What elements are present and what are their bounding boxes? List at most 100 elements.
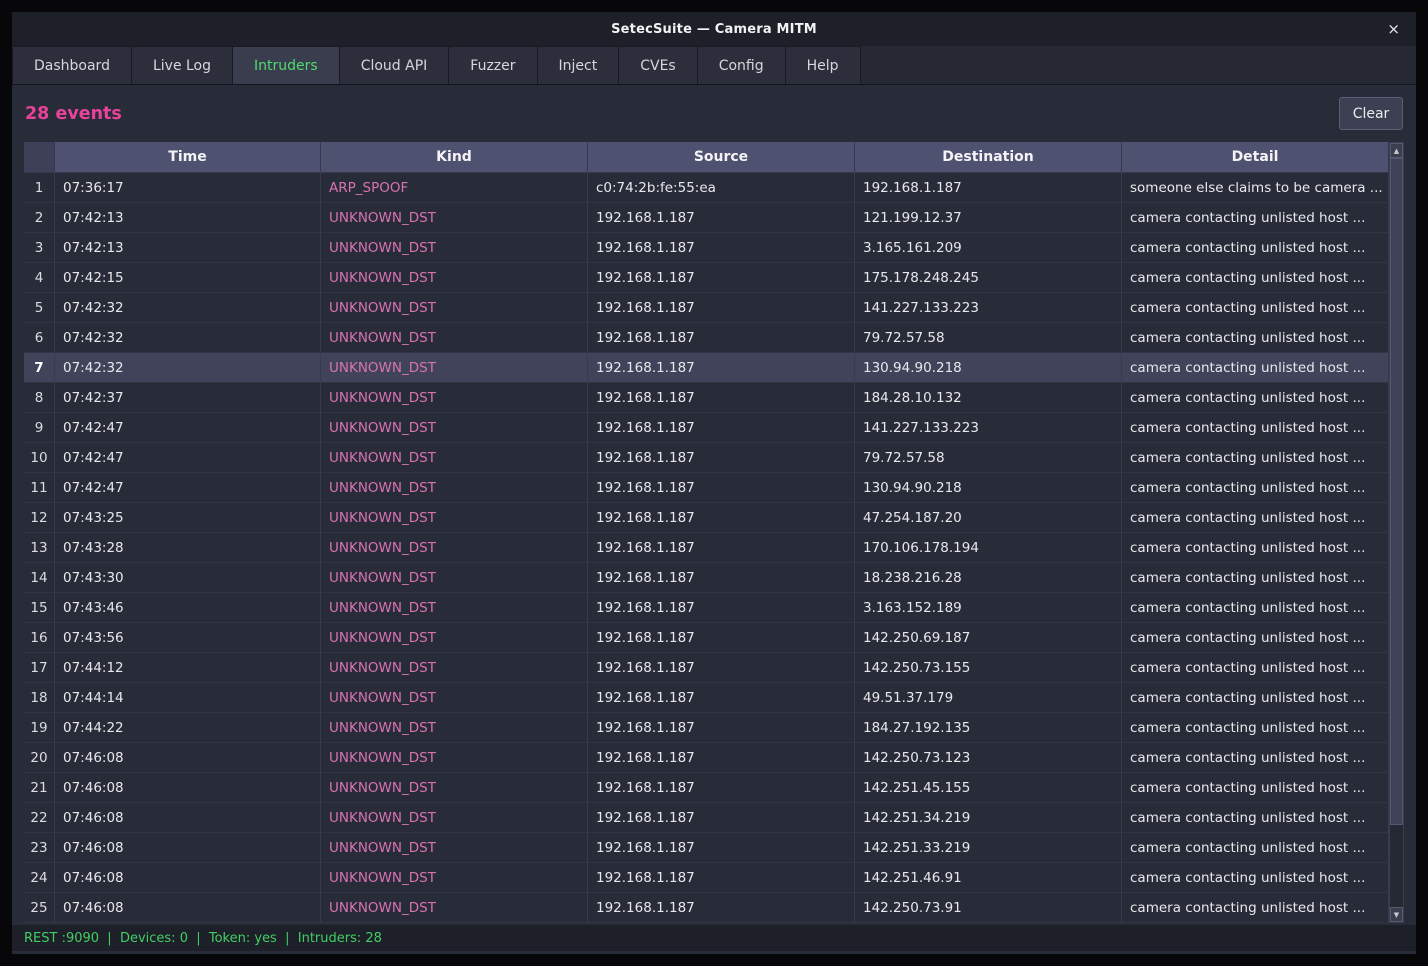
cell-source: 192.168.1.187 — [588, 383, 855, 413]
cell-kind: UNKNOWN_DST — [321, 563, 588, 593]
column-header-detail[interactable]: Detail — [1122, 142, 1389, 173]
titlebar: SetecSuite — Camera MITM × — [12, 12, 1416, 46]
table-row[interactable]: 1907:44:22UNKNOWN_DST192.168.1.187184.27… — [24, 713, 1389, 743]
cell-row-number: 6 — [24, 323, 55, 353]
tab-intruders[interactable]: Intruders — [233, 46, 340, 84]
table-row[interactable]: 1507:43:46UNKNOWN_DST192.168.1.1873.163.… — [24, 593, 1389, 623]
table-row[interactable]: 1707:44:12UNKNOWN_DST192.168.1.187142.25… — [24, 653, 1389, 683]
close-button[interactable]: × — [1387, 12, 1400, 46]
table-row[interactable]: 2307:46:08UNKNOWN_DST192.168.1.187142.25… — [24, 833, 1389, 863]
table-row[interactable]: 607:42:32UNKNOWN_DST192.168.1.18779.72.5… — [24, 323, 1389, 353]
cell-destination: 192.168.1.187 — [855, 173, 1122, 203]
table-row[interactable]: 2507:46:08UNKNOWN_DST192.168.1.187142.25… — [24, 893, 1389, 923]
table-row[interactable]: 1207:43:25UNKNOWN_DST192.168.1.18747.254… — [24, 503, 1389, 533]
table-row[interactable]: 407:42:15UNKNOWN_DST192.168.1.187175.178… — [24, 263, 1389, 293]
cell-source: 192.168.1.187 — [588, 293, 855, 323]
scroll-down-icon: ▼ — [1394, 911, 1399, 919]
cell-destination: 175.178.248.245 — [855, 263, 1122, 293]
cell-kind: UNKNOWN_DST — [321, 383, 588, 413]
column-header-kind[interactable]: Kind — [321, 142, 588, 173]
table-row[interactable]: 307:42:13UNKNOWN_DST192.168.1.1873.165.1… — [24, 233, 1389, 263]
tab-fuzzer[interactable]: Fuzzer — [449, 46, 537, 84]
cell-time: 07:46:08 — [55, 833, 321, 863]
tab-cloud-api[interactable]: Cloud API — [340, 46, 450, 84]
cell-source: 192.168.1.187 — [588, 323, 855, 353]
cell-time: 07:43:28 — [55, 533, 321, 563]
cell-kind: UNKNOWN_DST — [321, 803, 588, 833]
cell-row-number: 5 — [24, 293, 55, 323]
cell-row-number: 25 — [24, 893, 55, 923]
table-row[interactable]: 807:42:37UNKNOWN_DST192.168.1.187184.28.… — [24, 383, 1389, 413]
table-row[interactable]: 1607:43:56UNKNOWN_DST192.168.1.187142.25… — [24, 623, 1389, 653]
cell-source: 192.168.1.187 — [588, 833, 855, 863]
tab-cves[interactable]: CVEs — [619, 46, 698, 84]
cell-detail: camera contacting unlisted host ... — [1122, 503, 1389, 533]
column-header-destination[interactable]: Destination — [855, 142, 1122, 173]
scrollbar-track[interactable] — [1390, 158, 1403, 907]
cell-kind: UNKNOWN_DST — [321, 533, 588, 563]
cell-detail: camera contacting unlisted host ... — [1122, 683, 1389, 713]
cell-kind: UNKNOWN_DST — [321, 233, 588, 263]
cell-destination: 184.28.10.132 — [855, 383, 1122, 413]
cell-detail: camera contacting unlisted host ... — [1122, 383, 1389, 413]
cell-source: 192.168.1.187 — [588, 623, 855, 653]
table-row[interactable]: 1307:43:28UNKNOWN_DST192.168.1.187170.10… — [24, 533, 1389, 563]
cell-kind: UNKNOWN_DST — [321, 713, 588, 743]
table-row[interactable]: 2107:46:08UNKNOWN_DST192.168.1.187142.25… — [24, 773, 1389, 803]
cell-source: 192.168.1.187 — [588, 533, 855, 563]
table-row[interactable]: 1107:42:47UNKNOWN_DST192.168.1.187130.94… — [24, 473, 1389, 503]
cell-row-number: 3 — [24, 233, 55, 263]
cell-destination: 142.250.73.91 — [855, 893, 1122, 923]
table-row[interactable]: 507:42:32UNKNOWN_DST192.168.1.187141.227… — [24, 293, 1389, 323]
cell-time: 07:42:32 — [55, 293, 321, 323]
cell-row-number: 14 — [24, 563, 55, 593]
table-row[interactable]: 207:42:13UNKNOWN_DST192.168.1.187121.199… — [24, 203, 1389, 233]
tab-live-log[interactable]: Live Log — [132, 46, 233, 84]
scrollbar-thumb[interactable] — [1390, 158, 1403, 825]
cell-detail: camera contacting unlisted host ... — [1122, 533, 1389, 563]
tab-bar: DashboardLive LogIntrudersCloud APIFuzze… — [12, 46, 1416, 85]
events-table: TimeKindSourceDestinationDetail 107:36:1… — [24, 142, 1404, 923]
cell-detail: camera contacting unlisted host ... — [1122, 743, 1389, 773]
tab-help[interactable]: Help — [786, 46, 861, 84]
cell-destination: 79.72.57.58 — [855, 443, 1122, 473]
cell-time: 07:43:56 — [55, 623, 321, 653]
table-row[interactable]: 907:42:47UNKNOWN_DST192.168.1.187141.227… — [24, 413, 1389, 443]
cell-source: 192.168.1.187 — [588, 233, 855, 263]
cell-time: 07:46:08 — [55, 893, 321, 923]
cell-detail: camera contacting unlisted host ... — [1122, 323, 1389, 353]
table-row[interactable]: 707:42:32UNKNOWN_DST192.168.1.187130.94.… — [24, 353, 1389, 383]
cell-time: 07:42:47 — [55, 443, 321, 473]
column-header-time[interactable]: Time — [55, 142, 321, 173]
tab-dashboard[interactable]: Dashboard — [12, 46, 132, 84]
cell-source: c0:74:2b:fe:55:ea — [588, 173, 855, 203]
cell-row-number: 22 — [24, 803, 55, 833]
cell-source: 192.168.1.187 — [588, 503, 855, 533]
table-row[interactable]: 1007:42:47UNKNOWN_DST192.168.1.18779.72.… — [24, 443, 1389, 473]
table-row[interactable]: 2007:46:08UNKNOWN_DST192.168.1.187142.25… — [24, 743, 1389, 773]
table-row[interactable]: 2407:46:08UNKNOWN_DST192.168.1.187142.25… — [24, 863, 1389, 893]
cell-source: 192.168.1.187 — [588, 713, 855, 743]
cell-source: 192.168.1.187 — [588, 683, 855, 713]
table-row[interactable]: 2207:46:08UNKNOWN_DST192.168.1.187142.25… — [24, 803, 1389, 833]
scroll-down-button[interactable]: ▼ — [1390, 907, 1403, 922]
column-header-source[interactable]: Source — [588, 142, 855, 173]
cell-destination: 18.238.216.28 — [855, 563, 1122, 593]
scroll-up-button[interactable]: ▲ — [1390, 143, 1403, 158]
tab-config[interactable]: Config — [698, 46, 786, 84]
cell-destination: 141.227.133.223 — [855, 293, 1122, 323]
clear-button[interactable]: Clear — [1339, 97, 1403, 130]
tab-inject[interactable]: Inject — [538, 46, 620, 84]
table-row[interactable]: 107:36:17ARP_SPOOFc0:74:2b:fe:55:ea192.1… — [24, 173, 1389, 203]
cell-destination: 142.250.73.155 — [855, 653, 1122, 683]
table-row[interactable]: 1407:43:30UNKNOWN_DST192.168.1.18718.238… — [24, 563, 1389, 593]
cell-time: 07:42:13 — [55, 233, 321, 263]
cell-source: 192.168.1.187 — [588, 803, 855, 833]
cell-destination: 130.94.90.218 — [855, 473, 1122, 503]
cell-kind: UNKNOWN_DST — [321, 743, 588, 773]
cell-detail: camera contacting unlisted host ... — [1122, 863, 1389, 893]
status-bar: REST :9090 | Devices: 0 | Token: yes | I… — [12, 925, 1416, 951]
vertical-scrollbar[interactable]: ▲ ▼ — [1389, 142, 1404, 923]
table-row[interactable]: 1807:44:14UNKNOWN_DST192.168.1.18749.51.… — [24, 683, 1389, 713]
cell-time: 07:44:12 — [55, 653, 321, 683]
